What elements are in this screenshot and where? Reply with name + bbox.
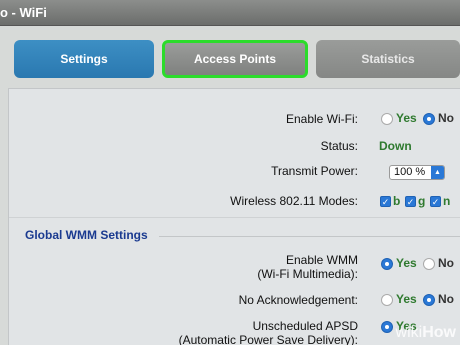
no-ack-label: No Acknowledgement: [238, 293, 358, 307]
chevron-updown-icon: ▲ [431, 166, 444, 179]
enable-wifi-yes-label: Yes [396, 111, 417, 125]
enable-wmm-yes-radio[interactable] [381, 258, 393, 270]
tab-settings[interactable]: Settings [14, 40, 154, 78]
divider [9, 217, 460, 218]
mode-g-checkbox[interactable]: ✓ [405, 196, 416, 207]
no-ack-no-radio[interactable] [423, 294, 435, 306]
apsd-yes-radio[interactable] [381, 321, 393, 333]
no-ack-yes-label: Yes [396, 292, 417, 306]
enable-wmm-label: Enable WMM (Wi-Fi Multimedia): [257, 253, 358, 281]
enable-wmm-no-radio[interactable] [423, 258, 435, 270]
transmit-power-label: Transmit Power: [271, 164, 358, 178]
transmit-power-value: 100 % [394, 166, 426, 178]
mode-g-label: g [418, 194, 426, 208]
tab-statistics[interactable]: Statistics [316, 40, 460, 78]
wikihow-watermark: wikiHow [395, 324, 456, 341]
enable-wifi-label: Enable Wi-Fi: [285, 112, 358, 126]
no-ack-yes-radio[interactable] [381, 294, 393, 306]
section-divider [159, 236, 460, 237]
mode-b-label: b [393, 194, 401, 208]
transmit-power-select[interactable]: 100 % ▲ [389, 165, 445, 180]
status-label: Status: [320, 139, 358, 153]
no-ack-no-label: No [438, 292, 454, 306]
mode-n-label: n [443, 194, 451, 208]
enable-wifi-yes-radio[interactable] [381, 113, 393, 125]
settings-content: Enable Wi-Fi: Yes No Status: Down Transm… [8, 88, 460, 345]
mode-b-checkbox[interactable]: ✓ [380, 196, 391, 207]
wmm-section-title: Global WMM Settings [25, 228, 148, 242]
enable-wmm-yes-label: Yes [396, 256, 417, 270]
status-value: Down [379, 139, 412, 153]
window-title: o - WiFi [0, 5, 47, 20]
enable-wifi-no-label: No [438, 111, 454, 125]
window-titlebar: o - WiFi [0, 0, 460, 26]
enable-wifi-no-radio[interactable] [423, 113, 435, 125]
wireless-modes-label: Wireless 802.11 Modes: [230, 194, 358, 208]
mode-n-checkbox[interactable]: ✓ [430, 196, 441, 207]
tab-access-points[interactable]: Access Points [162, 40, 308, 78]
enable-wmm-no-label: No [438, 256, 454, 270]
apsd-label: Unscheduled APSD (Automatic Power Save D… [178, 319, 358, 345]
